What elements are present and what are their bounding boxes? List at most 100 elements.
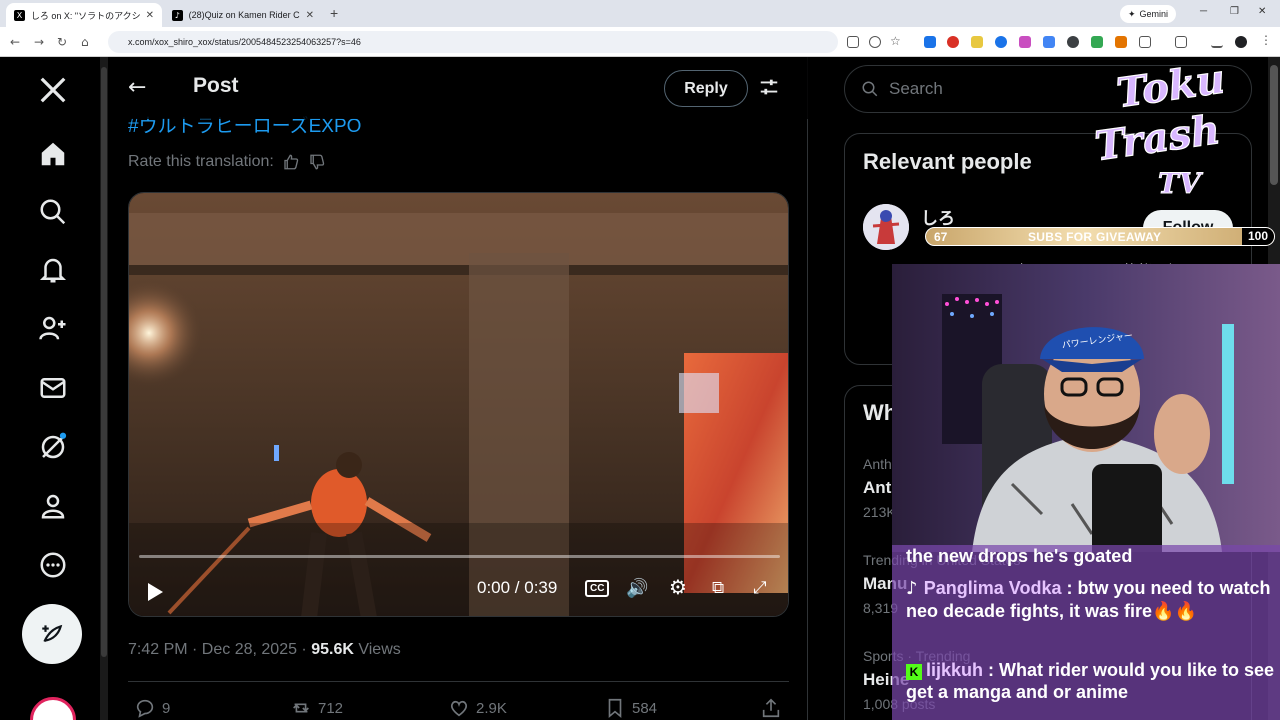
left-navigation [0,57,100,720]
extension-icon[interactable] [1019,36,1031,48]
extension-icon[interactable] [1067,36,1079,48]
compose-post-button[interactable] [22,604,82,664]
person-name[interactable]: しろ [921,204,955,229]
gemini-button[interactable]: ✦ Gemini [1120,5,1177,23]
extension-icon[interactable] [971,36,983,48]
left-scrollbar[interactable] [101,67,107,657]
explore-search-icon[interactable] [36,195,70,229]
page-title: Post [193,74,239,97]
minimize-icon[interactable]: ─ [1200,6,1207,17]
kick-icon: K [906,664,922,680]
extensions-puzzle-icon[interactable] [1139,36,1151,48]
trend-name[interactable]: Ant [863,478,891,498]
chat-username: Panglima Vodka [923,578,1062,598]
volume-icon[interactable]: 🔊 [626,578,648,599]
channel-logo: Toku Trash TV [1088,55,1228,208]
extension-icon[interactable] [995,36,1007,48]
fullscreen-icon[interactable]: ⤢ [753,578,767,598]
x-logo-icon[interactable] [36,73,70,107]
bookmark-count: 584 [632,699,658,717]
logo-text-3: TV [1158,167,1204,200]
views-count: 95.6K [311,641,354,658]
extension-icon[interactable] [1115,36,1127,48]
extension-icon[interactable] [1043,36,1055,48]
post-meta: 7:42 PM · Dec 28, 2025 · 95.6K Views [128,641,401,659]
pip-icon[interactable]: ⧉ [712,578,724,598]
search-icon [862,81,878,97]
follow-person-icon[interactable] [36,311,70,345]
bookmark-icon [608,698,622,719]
reply-button[interactable]: Reply [664,70,748,107]
more-circle-icon[interactable] [36,548,70,582]
post-actions: 9 712 2.9K 584 [128,697,789,720]
browser-tab-active[interactable]: X しろ on X: "ソラトのアクションめっちゃ ✕ [6,3,162,27]
video-player[interactable]: 0:00 / 0:39 CC 🔊 ⚙ ⧉ ⤢ [128,192,789,617]
subs-goal-bar: 67 SUBS FOR GIVEAWAY 100 [925,227,1275,246]
thumbs-down-icon[interactable] [308,153,326,171]
home-icon[interactable]: ⌂ [81,35,89,49]
bookmark-action[interactable]: 584 [604,697,657,719]
tabsearch-icon[interactable] [1211,36,1223,48]
bookmark-star-icon[interactable]: ☆ [890,34,902,48]
thumbs-up-icon[interactable] [282,153,300,171]
home-icon[interactable] [36,137,70,171]
profile-person-icon[interactable] [36,489,70,523]
main-column: #ウルトラヒーローズEXPO ← Post Reply Rate this tr… [108,57,808,720]
x-favicon-icon: X [14,9,25,21]
back-nav-icon[interactable]: ← [10,35,20,49]
compose-feather-icon [42,624,63,643]
notifications-bell-icon[interactable] [36,253,70,287]
chat-message: ♪ Panglima Vodka : btw you need to watch… [906,577,1276,622]
install-icon[interactable] [847,36,859,48]
right-scrollbar[interactable] [1270,65,1278,185]
like-count: 2.9K [476,699,507,717]
video-progress-bar[interactable] [139,555,780,558]
extension-icon[interactable] [947,36,959,48]
share-upload-icon [762,698,780,718]
menu-dots-icon[interactable]: ⋮ [1260,33,1272,47]
sidepanel-icon[interactable] [1175,36,1187,48]
repost-icon [293,703,309,713]
settings-gear-icon[interactable]: ⚙ [669,575,687,599]
share-action[interactable] [760,697,782,719]
webcam-image: パワーレンジャー [892,264,1280,552]
close-window-icon[interactable]: ✕ [1258,6,1266,17]
webcam-feed: パワーレンジャー [892,264,1280,552]
grok-icon[interactable] [36,430,70,464]
back-arrow-icon[interactable]: ← [128,75,146,100]
messages-envelope-icon[interactable] [36,371,70,405]
account-avatar[interactable] [30,697,76,720]
restore-icon[interactable]: ❐ [1230,6,1239,17]
reply-action[interactable]: 9 [134,697,170,719]
avatar[interactable] [863,204,909,250]
profile-avatar-icon[interactable] [1235,36,1247,48]
play-icon[interactable] [145,581,165,603]
tiktok-favicon-icon: ♪ [172,9,183,21]
close-tab-icon[interactable]: ✕ [306,10,314,21]
new-tab-icon[interactable]: + [330,5,338,21]
forward-nav-icon[interactable]: → [34,35,44,49]
subs-goal: 100 [1241,228,1274,245]
post-header: ← Post Reply [108,57,808,119]
extension-icon[interactable] [1091,36,1103,48]
zoom-icon[interactable] [869,36,881,48]
post-timestamp[interactable]: 7:42 PM · Dec 28, 2025 · [128,641,311,658]
divider [128,681,789,682]
relevant-people-title: Relevant people [863,149,1032,174]
like-action[interactable]: 2.9K [448,697,507,719]
trend-posts: 213K [863,504,896,520]
url-field[interactable]: x.com/xox_shiro_xox/status/2005484523254… [108,31,838,53]
captions-icon[interactable]: CC [585,580,610,597]
browser-tab-bar: X しろ on X: "ソラトのアクションめっちゃ ✕ ♪ (28)Quiz o… [0,0,1280,27]
repost-action[interactable]: 712 [290,697,343,719]
reload-icon[interactable]: ↻ [57,35,67,49]
close-tab-icon[interactable]: ✕ [146,10,154,21]
tiktok-icon: ♪ [906,578,924,599]
video-frame-image [129,193,788,616]
extension-icon[interactable] [924,36,936,48]
video-time: 0:00 / 0:39 [477,578,558,597]
browser-tab[interactable]: ♪ (28)Quiz on Kamen Rider Colou ✕ [164,3,322,27]
settings-sliders-icon[interactable] [758,76,780,98]
search-placeholder: Search [889,79,943,98]
heart-icon [450,700,468,717]
